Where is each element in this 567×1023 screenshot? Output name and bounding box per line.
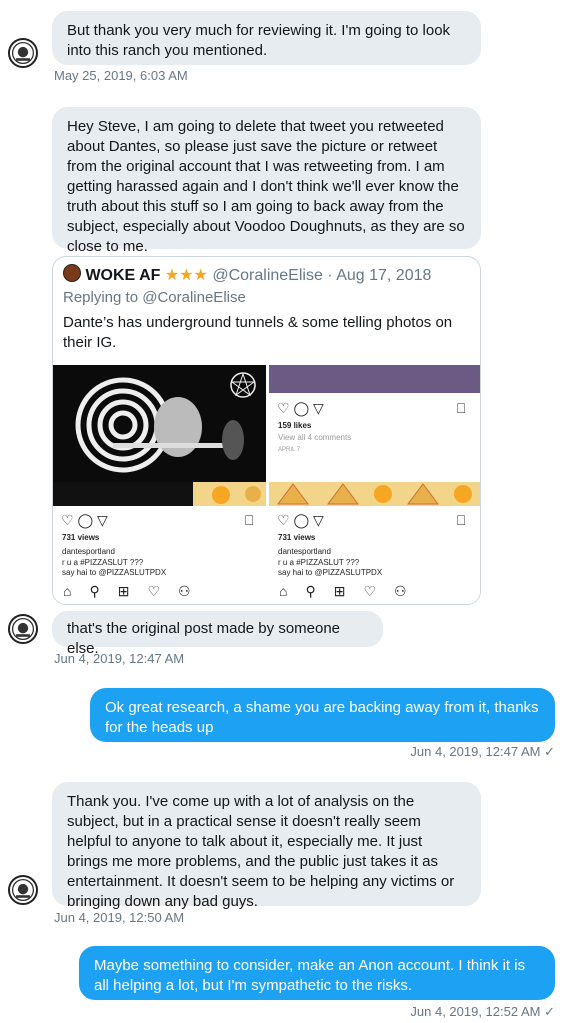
ig-action-icons: ♡ ◯ ▽ [277,400,324,416]
post-date: APRIL 7 [278,447,301,453]
message-timestamp: May 25, 2019, 6:03 AM [54,68,188,83]
bookmark-icon[interactable]: ⎕ [245,512,253,529]
message-text: But thank you very much for reviewing it… [67,22,451,59]
bookmark-icon[interactable]: ⎕ [457,400,465,417]
message-timestamp: Jun 4, 2019, 12:50 AM [54,910,185,925]
author-name: WOKE AF [85,267,161,284]
message-text: Thank you. I've come up with a lot of an… [67,793,455,910]
quoted-tweet-image[interactable]: ♡ ◯ ▽ ⎕ 159 likes View all 4 comments AP… [53,365,480,604]
caption-line: say hai to @PIZZASLUTPDX [62,568,167,577]
quoted-tweet-card[interactable]: WOKE AF ★★★ @CoralineElise · Aug 17, 201… [52,256,481,605]
view-comments-link[interactable]: View all 4 comments [278,433,351,443]
avatar[interactable] [8,875,38,905]
bookmark-icon[interactable]: ⎕ [457,512,465,529]
ig-post-right-top: ♡ ◯ ▽ ⎕ 159 likes View all 4 comments AP… [269,393,480,482]
message-text: Hey Steve, I am going to delete that twe… [67,118,465,255]
incoming-message: that's the original post made by someone… [52,611,383,657]
outgoing-message: Ok great research, a shame you are backi… [90,688,555,742]
profile-icon [63,264,81,282]
ig-action-icons: ♡ ◯ ▽ [61,512,108,528]
purple-image [269,365,480,393]
views-count: 731 views [278,533,316,542]
views-count: 731 views [62,533,100,542]
star-icons: ★★★ [164,267,208,284]
post-username[interactable]: dantesportland [62,547,115,557]
spiral-image-icon [75,372,256,473]
ig-post-right: ♡ ◯ ▽ ⎕ 731 views dantesportland r u a #… [269,506,480,604]
post-username[interactable]: dantesportland [278,547,331,557]
incoming-message: Hey Steve, I am going to delete that twe… [52,107,481,255]
caption-line: say hai to @PIZZASLUTPDX [278,568,383,577]
ig-nav-icons: ⌂⚲⊞♡⚇ [63,583,209,599]
ig-nav-icons: ⌂⚲⊞♡⚇ [279,583,425,599]
incoming-message: Thank you. I've come up with a lot of an… [52,782,481,910]
likes-count: 159 likes [278,421,312,430]
message-text: Maybe something to consider, make an Ano… [94,957,526,994]
outgoing-message: Maybe something to consider, make an Ano… [79,946,555,1000]
reply-link[interactable]: @CoralineElise [142,289,246,306]
hypnotic-art-image [53,365,266,482]
author-handle-date: @CoralineElise · Aug 17, 2018 [212,267,432,284]
message-text: Ok great research, a shame you are backi… [105,699,539,736]
caption-line: r u a #PIZZASLUT ??? [278,558,360,567]
message-timestamp: Jun 4, 2019, 12:47 AM [54,651,185,666]
ig-action-icons: ♡ ◯ ▽ [277,512,324,528]
replying-to: Replying to @CoralineElise [63,289,246,306]
quoted-tweet-header: WOKE AF ★★★ @CoralineElise · Aug 17, 201… [63,264,431,285]
message-timestamp: Jun 4, 2019, 12:52 AM ✓ [410,1004,555,1019]
ig-post-left: ♡ ◯ ▽ ⎕ 731 views dantesportland r u a #… [53,506,266,604]
message-timestamp: Jun 4, 2019, 12:47 AM ✓ [410,744,555,759]
pizza-emoji-strip [53,482,480,506]
incoming-message: But thank you very much for reviewing it… [52,11,481,65]
quoted-tweet-text: Dante’s has underground tunnels & some t… [63,314,453,351]
avatar[interactable] [8,614,38,644]
avatar[interactable] [8,38,38,68]
caption-line: r u a #PIZZASLUT ??? [62,558,144,567]
